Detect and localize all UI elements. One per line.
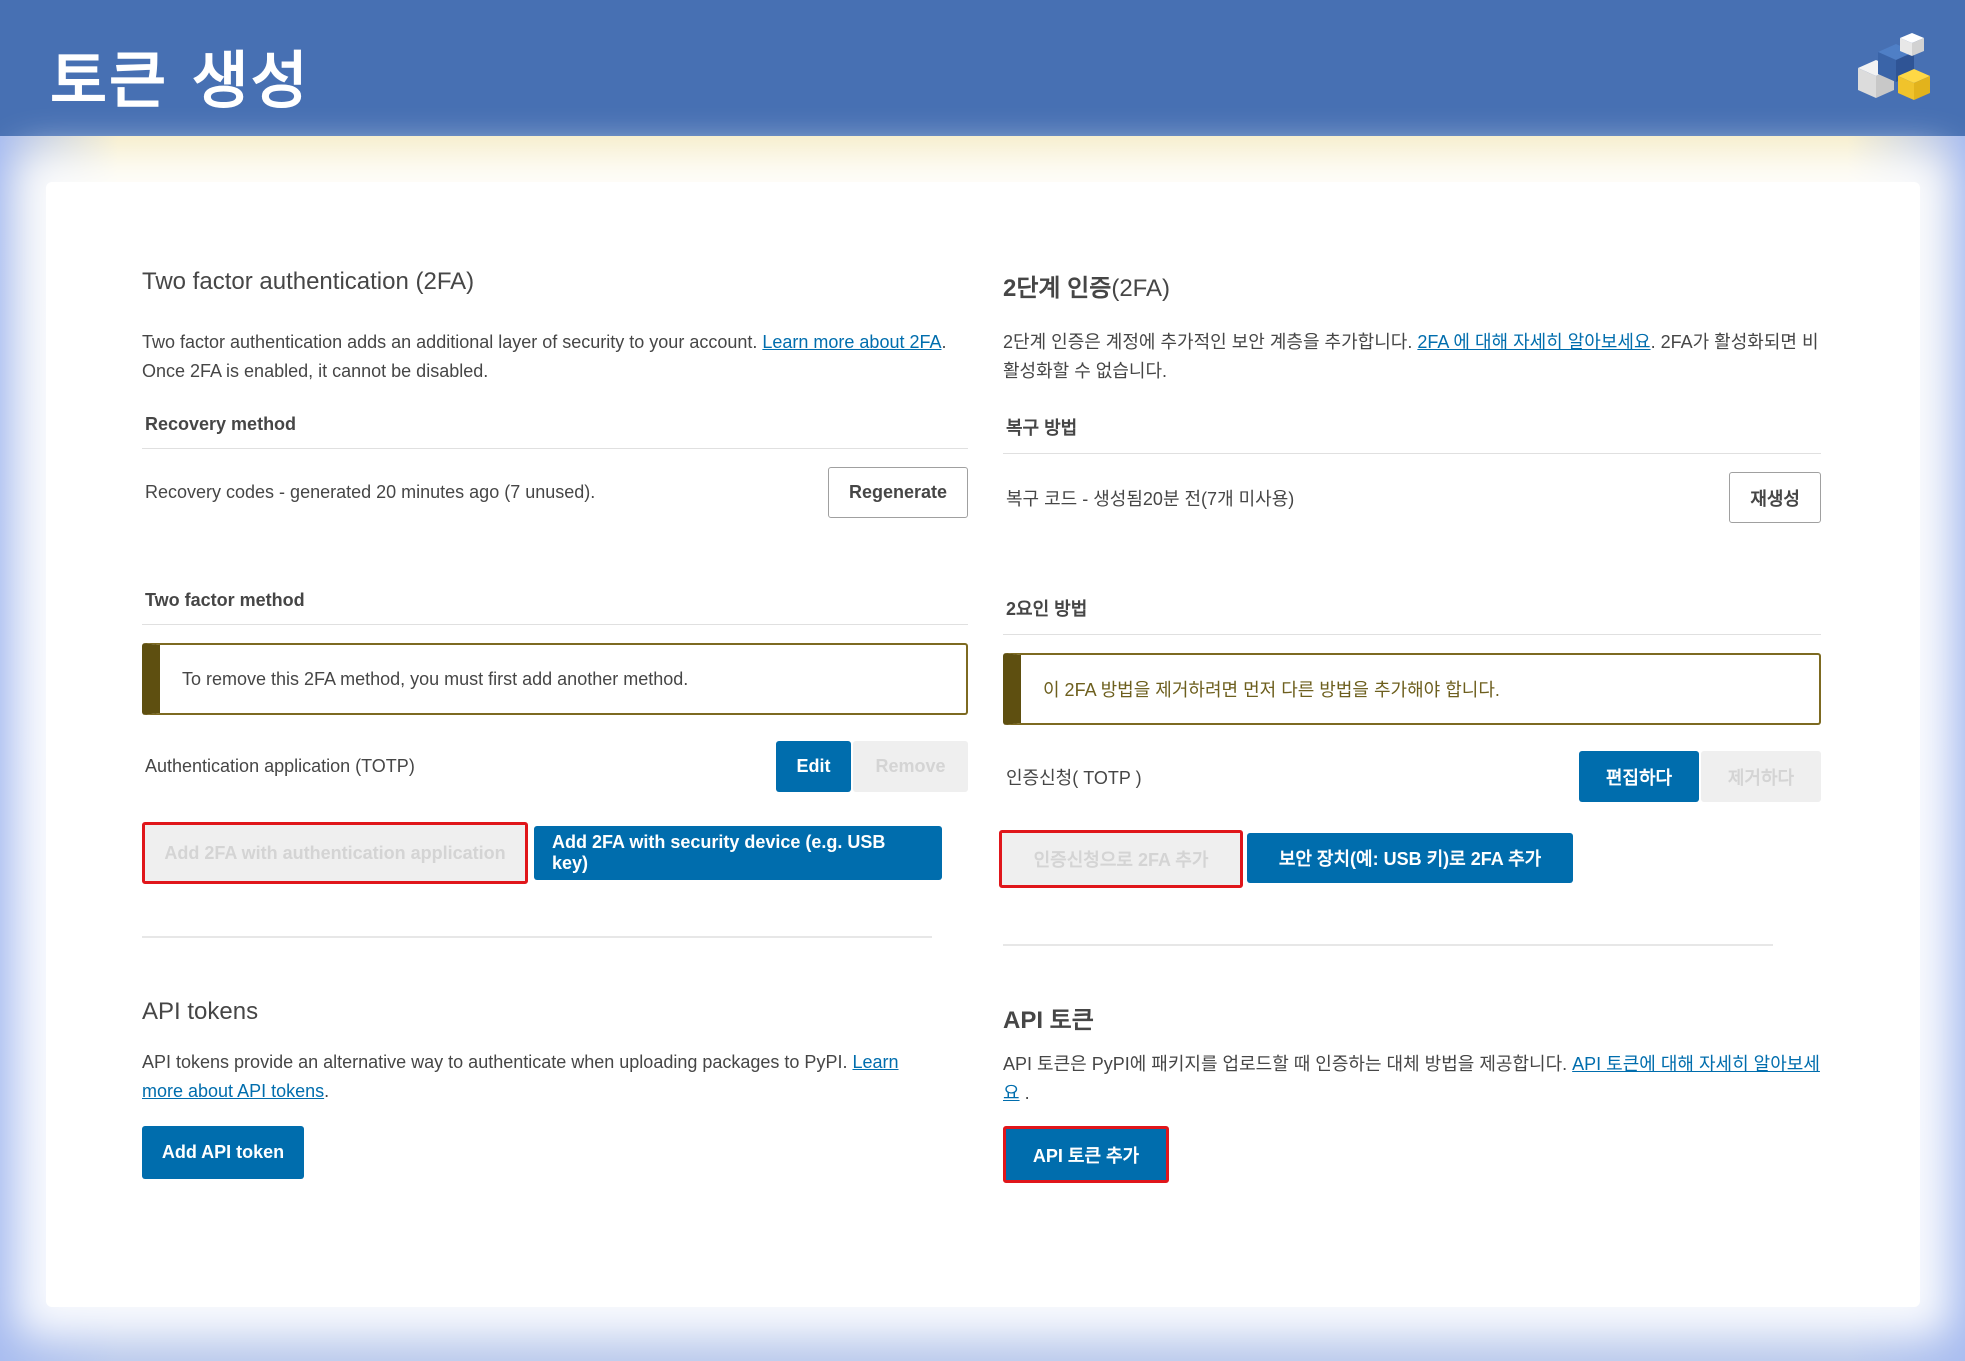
api-tokens-heading: API tokens <box>142 998 259 1025</box>
callout-text-kr: 이 2FA 방법을 제거하려면 먼저 다른 방법을 추가해야 합니다. <box>1043 680 1500 700</box>
english-column: Two factor authentication (2FA) Two fact… <box>142 268 968 1179</box>
learn-more-2fa-link[interactable]: Learn more about 2FA <box>762 332 941 352</box>
recovery-method-heading: Recovery method <box>142 414 968 449</box>
api-tokens-intro-kr: API 토큰은 PyPI에 패키지를 업로드할 때 인증하는 대체 방법을 제공… <box>1003 1050 1823 1108</box>
recovery-method-heading-kr: 복구 방법 <box>1003 414 1821 454</box>
add-api-token-button[interactable]: Add API token <box>142 1126 304 1179</box>
api-tokens-text-kr: API 토큰은 PyPI에 패키지를 업로드할 때 인증하는 대체 방법을 제공… <box>1003 1054 1568 1074</box>
korean-column: 2단계 인증(2FA) 2단계 인증은 계정에 추가적인 보안 계층을 추가합니… <box>999 268 1823 1183</box>
remove-button[interactable]: Remove <box>853 741 968 792</box>
recovery-codes-text-kr: 복구 코드 - 생성됨20분 전(7개 미사용) <box>1006 488 1295 509</box>
api-tokens-after: . <box>324 1081 330 1101</box>
python-package-cubes-icon <box>1858 33 1930 100</box>
twofa-intro-kr: 2단계 인증은 계정에 추가적인 보안 계층을 추가합니다. 2FA 에 대해 … <box>1003 328 1821 388</box>
slide-title: 토큰 생성 <box>50 44 310 117</box>
regenerate-button[interactable]: Regenerate <box>827 467 968 518</box>
api-tokens-text: API tokens provide an alternative way to… <box>142 1052 848 1072</box>
recovery-codes-text: Recovery codes - generated 20 minutes ag… <box>145 482 596 502</box>
remove-button-kr[interactable]: 제거하다 <box>1701 751 1821 802</box>
twofa-heading-kr-main: 2단계 인증 <box>1003 275 1112 302</box>
add-2fa-security-device-button-kr[interactable]: 보안 장치(예: USB 키)로 2FA 추가 <box>1247 833 1573 883</box>
add-2fa-authentication-app-button[interactable]: Add 2FA with authentication application <box>142 822 528 884</box>
api-tokens-after-kr: . <box>1019 1083 1030 1103</box>
twofa-heading-kr-suffix: (2FA) <box>1111 275 1171 302</box>
learn-more-2fa-link-kr[interactable]: 2FA 에 대해 자세히 알아보세요 <box>1417 332 1650 352</box>
twofa-heading-kr: 2단계 인증(2FA) <box>1003 268 1821 328</box>
edit-button-kr[interactable]: 편집하다 <box>1579 751 1699 802</box>
slide-header: 토큰 생성 <box>0 0 1965 136</box>
callout-text: To remove this 2FA method, you must firs… <box>182 668 689 689</box>
remove-method-callout: To remove this 2FA method, you must firs… <box>142 643 968 715</box>
add-2fa-security-device-button[interactable]: Add 2FA with security device (e.g. USB k… <box>534 826 942 880</box>
edit-button[interactable]: Edit <box>776 741 851 792</box>
twofa-intro: Two factor authentication adds an additi… <box>142 328 968 388</box>
two-factor-method-heading-kr: 2요인 방법 <box>1003 595 1821 635</box>
twofa-intro-text: Two factor authentication adds an additi… <box>142 332 758 352</box>
twofa-heading: Two factor authentication (2FA) <box>142 268 475 295</box>
remove-method-callout-kr: 이 2FA 방법을 제거하려면 먼저 다른 방법을 추가해야 합니다. <box>1003 653 1821 725</box>
section-divider-kr <box>1003 944 1773 946</box>
api-tokens-heading-kr: API 토큰 <box>1003 1007 1094 1034</box>
add-2fa-authentication-app-button-kr[interactable]: 인증신청으로 2FA 추가 <box>999 830 1243 888</box>
add-api-token-button-kr[interactable]: API 토큰 추가 <box>1003 1126 1169 1183</box>
api-tokens-intro: API tokens provide an alternative way to… <box>142 1048 942 1106</box>
auth-application-text-kr: 인증신청( TOTP ) <box>1006 767 1142 788</box>
twofa-intro-kr-text: 2단계 인증은 계정에 추가적인 보안 계층을 추가합니다. <box>1003 332 1413 352</box>
auth-application-text: Authentication application (TOTP) <box>145 756 415 776</box>
two-factor-method-heading: Two factor method <box>142 590 968 625</box>
regenerate-button-kr[interactable]: 재생성 <box>1729 472 1821 523</box>
section-divider <box>142 936 932 938</box>
